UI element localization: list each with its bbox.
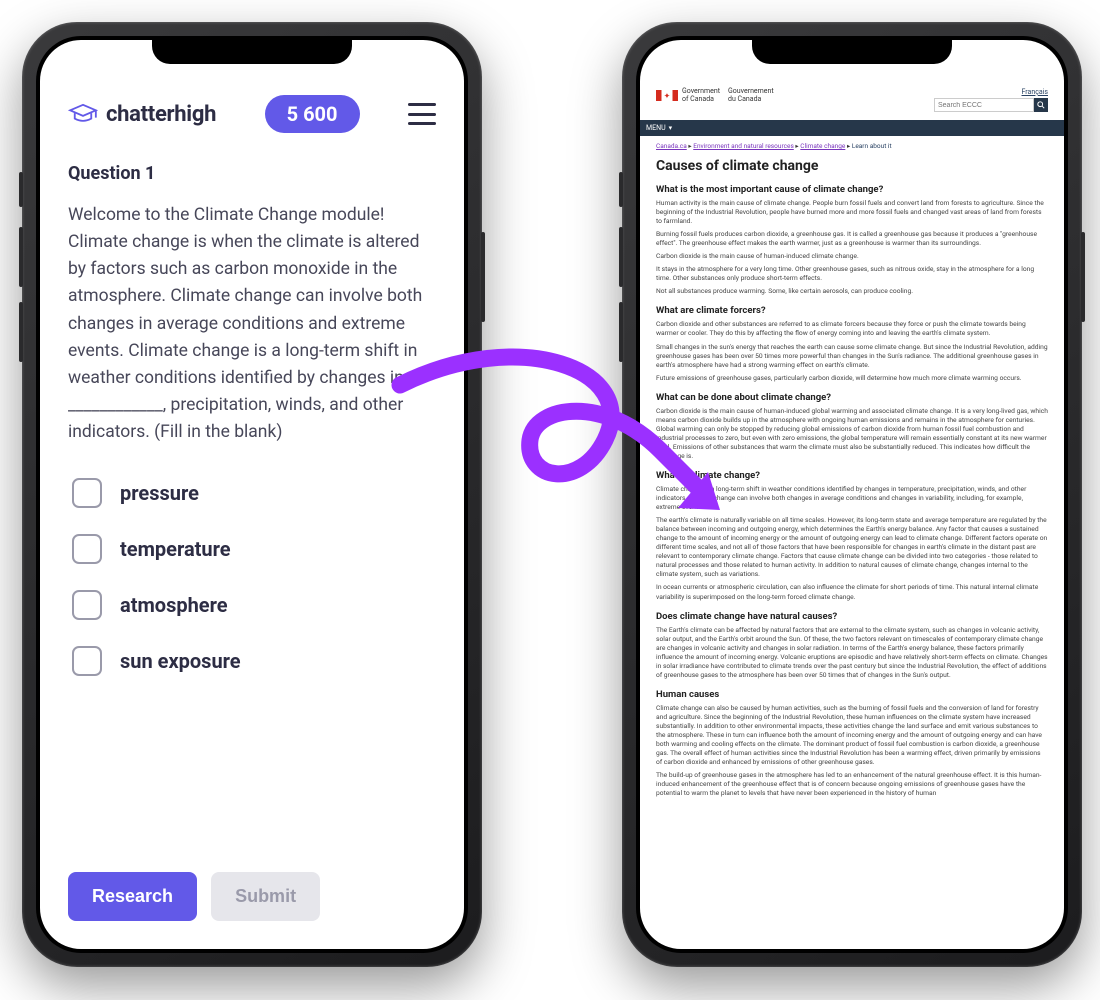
breadcrumb-link[interactable]: Canada.ca <box>656 142 687 150</box>
language-toggle-link[interactable]: Français <box>934 88 1048 96</box>
question-number-label: Question 1 <box>68 163 436 184</box>
search-button[interactable] <box>1034 98 1048 112</box>
action-button-row: Research Submit <box>68 872 436 921</box>
graduation-cap-icon <box>68 103 98 125</box>
chevron-down-icon: ▾ <box>669 124 673 132</box>
breadcrumb-link[interactable]: Climate change <box>800 142 845 150</box>
answer-option-label: temperature <box>120 537 231 561</box>
search-input[interactable] <box>934 98 1034 112</box>
phone-side-button <box>1081 232 1085 322</box>
checkbox-icon[interactable] <box>72 478 102 508</box>
body-paragraph: It stays in the atmosphere for a very lo… <box>656 265 1048 283</box>
brand-name: chatterhigh <box>106 102 216 127</box>
brand[interactable]: chatterhigh <box>68 102 216 127</box>
answer-option[interactable]: pressure <box>68 470 436 516</box>
section-heading: Human causes <box>656 689 1048 700</box>
app-header: chatterhigh 5 600 <box>68 95 436 133</box>
site-search <box>934 98 1048 112</box>
phone-notch <box>752 36 952 64</box>
body-paragraph: The Earth's climate can be affected by n… <box>656 626 1048 680</box>
submit-button[interactable]: Submit <box>211 872 320 921</box>
body-paragraph: Burning fossil fuels produces carbon dio… <box>656 230 1048 248</box>
section-heading: What is the most important cause of clim… <box>656 184 1048 195</box>
body-paragraph: Carbon dioxide is the main cause of huma… <box>656 407 1048 461</box>
answer-option[interactable]: sun exposure <box>68 638 436 684</box>
answer-options-list: pressure temperature atmosphere sun expo… <box>68 470 436 852</box>
government-logo[interactable]: Government of Canada Gouvernement du Can… <box>656 88 774 103</box>
phone-side-button <box>19 172 23 207</box>
points-badge[interactable]: 5 600 <box>265 95 360 133</box>
phone-notch <box>152 36 352 64</box>
research-button[interactable]: Research <box>68 872 197 921</box>
phone-side-button <box>619 172 623 207</box>
breadcrumb: Canada.ca ▸ Environment and natural reso… <box>656 142 1048 150</box>
question-text: Welcome to the Climate Change module! Cl… <box>68 202 436 446</box>
body-paragraph: Small changes in the sun's energy that r… <box>656 343 1048 370</box>
answer-option[interactable]: temperature <box>68 526 436 572</box>
section-heading: Does climate change have natural causes? <box>656 611 1048 622</box>
body-paragraph: Climate change is a long-term shift in w… <box>656 485 1048 512</box>
hamburger-menu-icon[interactable] <box>408 103 436 125</box>
phone-mockup-right: Government of Canada Gouvernement du Can… <box>622 22 1082 967</box>
phone-mockup-left: chatterhigh 5 600 Question 1 Welcome to … <box>22 22 482 967</box>
quiz-app-screen: chatterhigh 5 600 Question 1 Welcome to … <box>40 40 464 949</box>
answer-option-label: atmosphere <box>120 593 228 617</box>
body-paragraph: In ocean currents or atmospheric circula… <box>656 583 1048 601</box>
phone-side-button <box>619 227 623 287</box>
checkbox-icon[interactable] <box>72 534 102 564</box>
menu-label: MENU <box>646 124 666 132</box>
phone-side-button <box>481 232 485 322</box>
gov-name-en: Government of Canada <box>682 88 720 103</box>
body-paragraph: Not all substances produce warming. Some… <box>656 287 1048 296</box>
body-paragraph: Human activity is the main cause of clim… <box>656 199 1048 226</box>
body-paragraph: Climate change can also be caused by hum… <box>656 704 1048 767</box>
section-heading: What are climate forcers? <box>656 305 1048 316</box>
breadcrumb-current: Learn about it <box>852 142 892 150</box>
section-heading: What can be done about climate change? <box>656 392 1048 403</box>
main-menu-bar[interactable]: MENU ▾ <box>640 120 1064 136</box>
phone-side-button <box>619 302 623 362</box>
canada-flag-icon <box>656 90 678 101</box>
answer-option[interactable]: atmosphere <box>68 582 436 628</box>
checkbox-icon[interactable] <box>72 590 102 620</box>
search-icon <box>1037 101 1045 109</box>
body-paragraph: Carbon dioxide is the main cause of huma… <box>656 252 1048 261</box>
answer-option-label: pressure <box>120 481 199 505</box>
body-paragraph: Future emissions of greenhouse gases, pa… <box>656 374 1048 383</box>
article-body: What is the most important cause of clim… <box>656 184 1048 798</box>
checkbox-icon[interactable] <box>72 646 102 676</box>
breadcrumb-link[interactable]: Environment and natural resources <box>693 142 794 150</box>
answer-option-label: sun exposure <box>120 649 241 673</box>
phone-side-button <box>19 302 23 362</box>
gov-article-page: Government of Canada Gouvernement du Can… <box>640 40 1064 949</box>
body-paragraph: The earth's climate is naturally variabl… <box>656 516 1048 579</box>
body-paragraph: Carbon dioxide and other substances are … <box>656 320 1048 338</box>
body-paragraph: The build-up of greenhouse gases in the … <box>656 771 1048 798</box>
section-heading: What is climate change? <box>656 470 1048 481</box>
phone-side-button <box>19 227 23 287</box>
gov-name-fr: Gouvernement du Canada <box>728 88 774 103</box>
page-title: Causes of climate change <box>656 158 1048 174</box>
